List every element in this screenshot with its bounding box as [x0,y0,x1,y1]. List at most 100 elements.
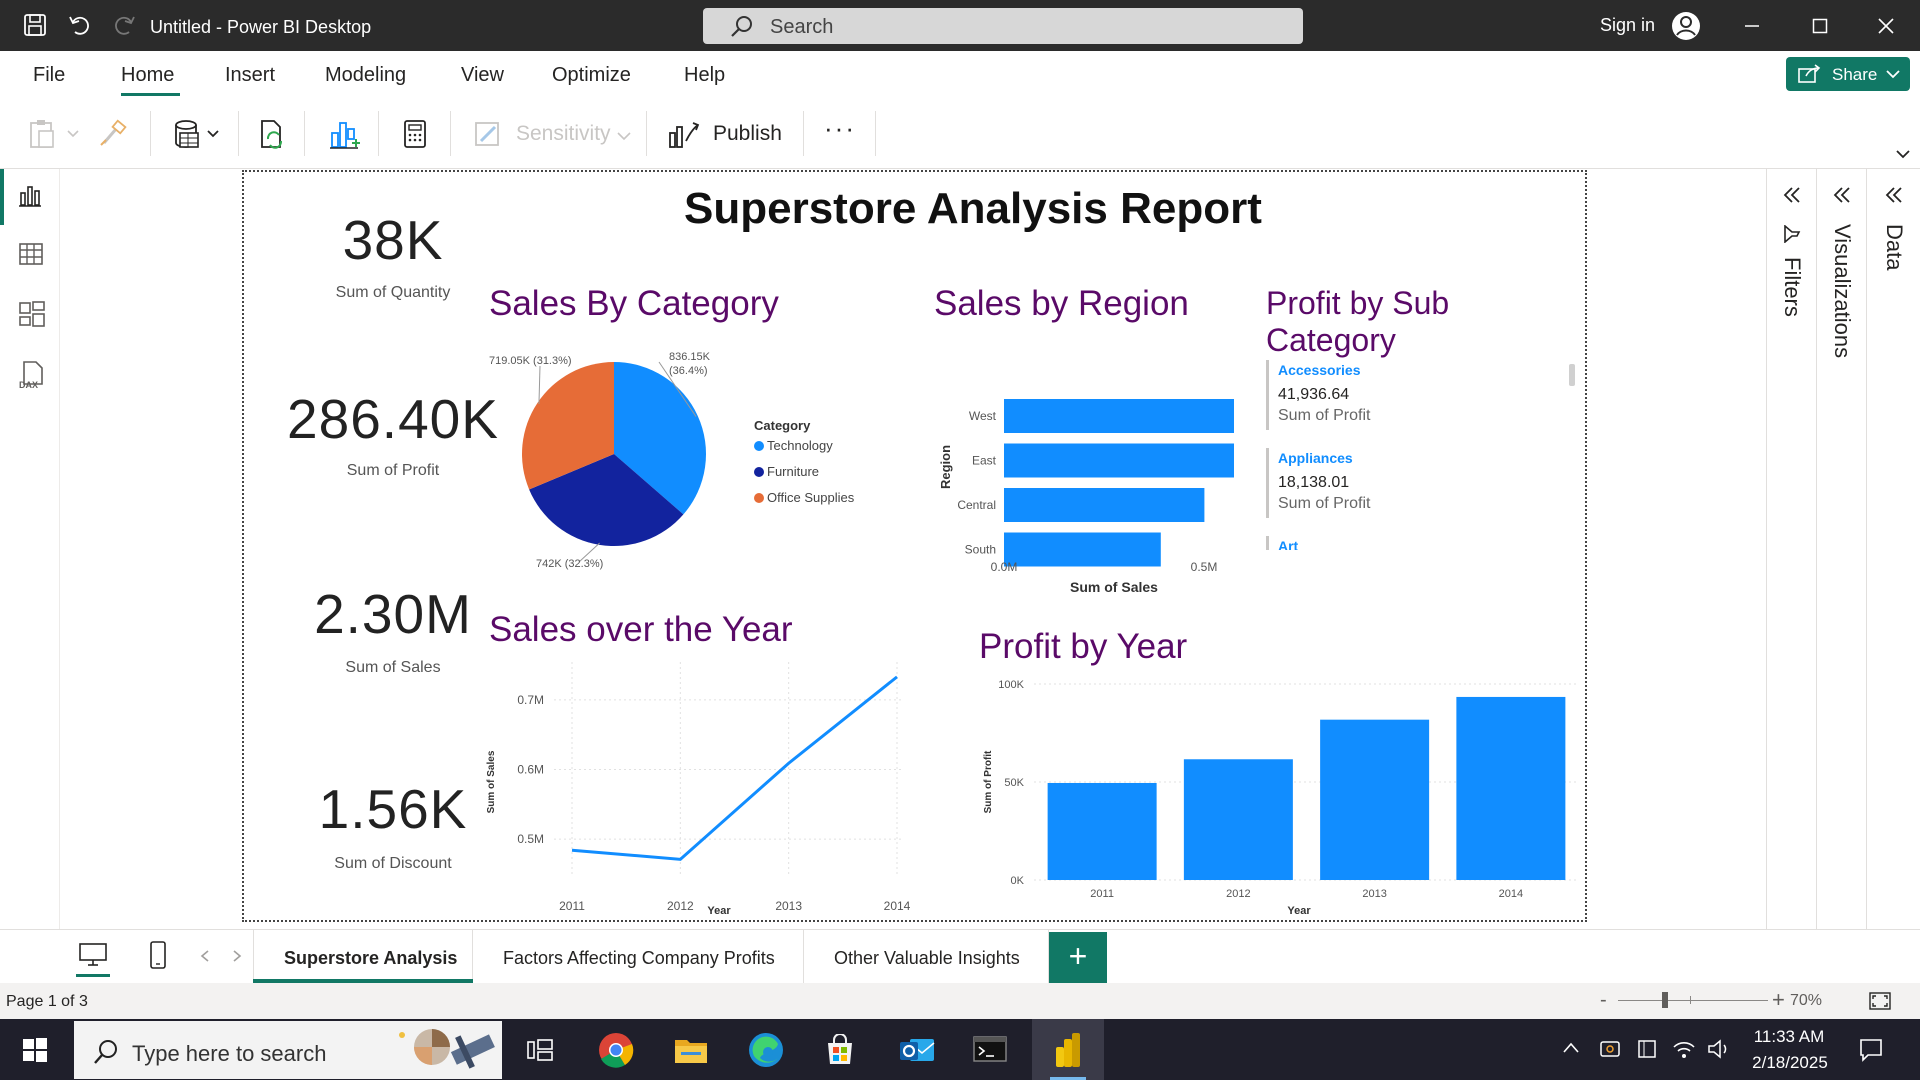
save-icon[interactable] [22,12,48,38]
scroll-right-icon[interactable] [232,950,242,962]
taskbar-clock-date[interactable]: 2/18/2025 [1745,1053,1835,1073]
svg-text:DAX: DAX [19,380,38,390]
region-bar-west[interactable] [1004,399,1234,433]
page-tab-label: Factors Affecting Company Profits [503,948,775,968]
menu-file[interactable]: File [33,64,65,87]
power-bi-icon[interactable] [1052,1031,1084,1069]
redo-icon[interactable] [111,12,137,38]
data-pane[interactable]: Data [1866,169,1920,929]
profit-by-year-column-chart[interactable]: 0K 50K 100K 2011 2012 2013 2014 Year Sum of Prof… [979,672,1579,917]
sales-by-category-pie[interactable]: 836.15K (36.4%) 742K (32.3%) 719.05K (31.3%… [484,352,934,592]
expand-pane-icon[interactable] [1885,187,1903,203]
calculator-icon[interactable] [402,119,428,149]
outlook-icon[interactable] [898,1033,936,1067]
sensitivity-label[interactable]: Sensitivity [516,122,611,146]
zoom-in-button[interactable]: + [1772,987,1785,1013]
format-painter-icon[interactable] [98,119,128,149]
account-icon[interactable] [1670,10,1702,42]
file-explorer-icon[interactable] [673,1034,709,1066]
profit-bar-2013[interactable] [1320,719,1430,880]
menu-insert[interactable]: Insert [225,64,275,87]
visualizations-pane[interactable]: Visualizations [1816,169,1866,929]
paste-icon[interactable] [28,119,80,149]
undo-icon[interactable] [67,12,93,38]
ribbon-separator [875,111,876,156]
kpi-sales-value[interactable]: 2.30M [288,582,498,646]
zoom-slider-thumb[interactable] [1662,992,1668,1008]
minimize-icon[interactable] [1744,18,1760,34]
menu-help[interactable]: Help [684,64,725,87]
add-page-button[interactable]: + [1049,932,1107,983]
collapse-ribbon-icon[interactable] [1896,149,1910,159]
line-series[interactable] [571,675,898,861]
sign-in-link[interactable]: Sign in [1600,15,1655,36]
share-button[interactable]: Share [1786,57,1910,91]
region-bar-central[interactable] [1004,488,1205,522]
maximize-icon[interactable] [1812,18,1828,34]
sales-by-region-bar-chart[interactable]: West East Central South 0.0M 0.5M Sum of Sales… [934,347,1234,592]
pie-legend-item[interactable]: Furniture [767,464,819,479]
taskbar-search-box[interactable]: Type here to search [74,1021,502,1079]
filters-pane[interactable]: Filters [1766,169,1816,929]
region-bar-east[interactable] [1004,443,1234,478]
profit-bar-2014[interactable] [1456,696,1566,880]
edge-icon[interactable] [748,1032,784,1068]
report-view-icon[interactable] [18,183,42,209]
zoom-level[interactable]: 70% [1790,992,1822,1010]
new-visual-icon[interactable] [328,119,360,151]
taskbar-clock-time[interactable]: 11:33 AM [1749,1027,1829,1047]
menu-view[interactable]: View [461,64,504,87]
table-view-icon[interactable] [18,242,44,266]
sensitivity-icon[interactable] [473,119,503,149]
volume-icon[interactable] [1706,1037,1732,1061]
subcategory-multirow-card[interactable]: Accessories 41,936.64 Sum of Profit Appl… [1266,360,1506,550]
pie-data-label: 836.15K [669,352,711,363]
menu-modeling[interactable]: Modeling [325,64,406,87]
chrome-icon[interactable] [598,1032,634,1068]
dax-query-view-icon[interactable]: DAX [18,360,46,390]
show-hidden-icons-icon[interactable] [1562,1041,1580,1055]
kpi-quantity-value[interactable]: 38K [288,208,498,272]
desktop-layout-icon[interactable] [78,942,108,968]
publish-icon[interactable] [668,119,700,151]
active-layout-indicator [76,974,110,977]
profit-bar-2011[interactable] [1047,782,1157,880]
task-view-icon[interactable] [526,1038,554,1062]
device-icon[interactable] [1636,1037,1658,1061]
menu-home[interactable]: Home [121,64,174,87]
kpi-discount-value[interactable]: 1.56K [288,777,498,841]
expand-pane-icon[interactable] [1783,187,1801,203]
more-options-button[interactable]: ··· [824,113,856,144]
mobile-layout-icon[interactable] [149,940,167,970]
page-tab-other-insights[interactable]: Other Valuable Insights [804,930,1049,983]
fit-to-page-icon[interactable] [1868,991,1892,1011]
refresh-icon[interactable] [257,119,287,151]
menu-optimize[interactable]: Optimize [552,64,631,87]
scroll-left-icon[interactable] [200,950,210,962]
sales-over-year-line-chart[interactable]: 0.5M 0.6M 0.7M 2011 2012 2013 2014 Year Sum of S… [484,652,954,917]
microsoft-store-icon[interactable] [824,1034,856,1066]
zoom-out-button[interactable]: - [1600,989,1607,1012]
expand-pane-icon[interactable] [1833,187,1851,203]
windows-start-icon[interactable] [22,1037,48,1063]
meet-now-icon[interactable] [1598,1037,1622,1061]
profit-bar-2012[interactable] [1183,759,1293,880]
card-scrollbar[interactable] [1569,364,1575,386]
notifications-icon[interactable] [1858,1037,1884,1063]
page-tab-factors-affecting-profits[interactable]: Factors Affecting Company Profits [473,930,804,983]
zoom-slider[interactable] [1618,1000,1768,1001]
pie-legend-title: Category [754,418,811,433]
profit-y-axis-title: Sum of Profit [983,750,994,813]
wifi-icon[interactable] [1671,1037,1697,1061]
page-tab-superstore-analysis[interactable]: Superstore Analysis [253,930,473,983]
pie-legend-item[interactable]: Technology [767,438,833,453]
model-view-icon[interactable] [18,300,46,328]
terminal-icon[interactable] [972,1034,1008,1064]
publish-button[interactable]: Publish [713,122,782,146]
ribbon-separator [646,111,647,156]
get-data-icon[interactable] [172,119,224,151]
close-icon[interactable] [1878,18,1894,34]
region-bar-south[interactable] [1004,532,1161,567]
pie-legend-item[interactable]: Office Supplies [767,490,855,505]
search-input[interactable]: Search [703,8,1303,44]
